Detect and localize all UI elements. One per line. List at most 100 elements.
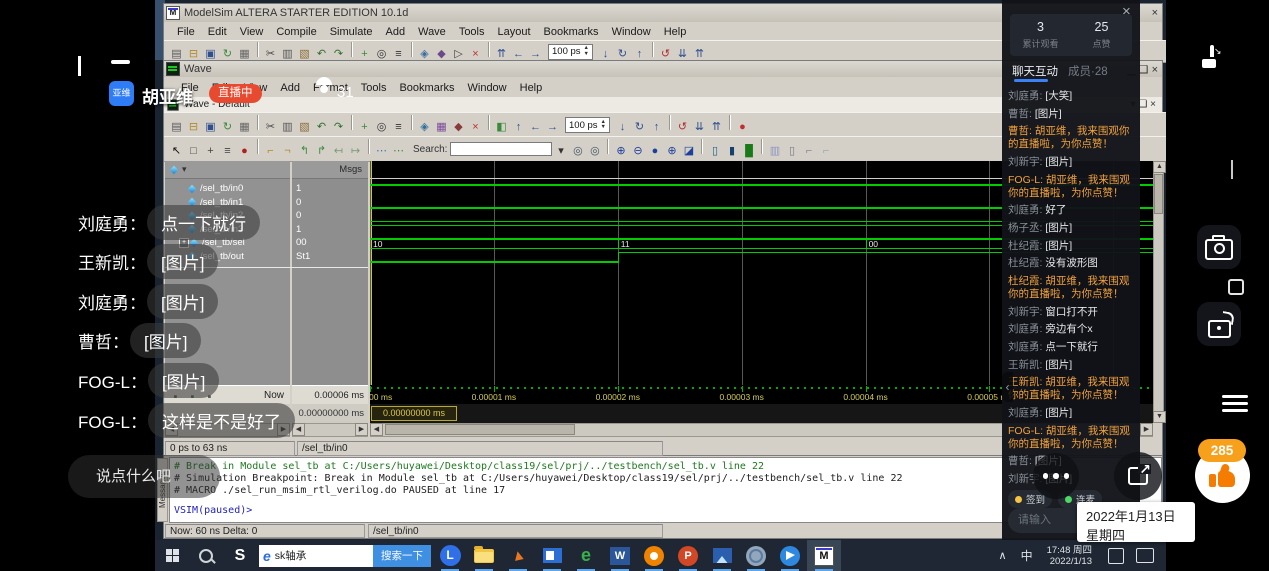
signal-row[interactable]: /sel_tb/in0 xyxy=(165,182,290,196)
cut-icon[interactable]: ✂ xyxy=(263,119,278,135)
taskbar-search-go-button[interactable]: 搜索一下 xyxy=(373,545,431,567)
delete-cursor-icon[interactable]: ¬ xyxy=(280,143,295,159)
wave-menu-window[interactable]: Window xyxy=(468,82,507,94)
signal-value-pane[interactable]: 100100St1 xyxy=(292,179,368,388)
ime-indicator[interactable]: 中 xyxy=(1021,547,1033,564)
undo-icon[interactable]: ↶ xyxy=(314,119,329,135)
watch-icon[interactable]: ◆ xyxy=(451,119,466,135)
run-icon[interactable]: ↓ xyxy=(615,119,630,135)
add-icon[interactable]: + xyxy=(357,119,372,135)
menu-wave[interactable]: Wave xyxy=(418,26,446,38)
pan-icon[interactable]: + xyxy=(203,143,218,159)
prev-transition-icon[interactable]: ↰ xyxy=(297,143,312,159)
chat-message-list[interactable]: 刘庭勇: [大笑]曹哲: [图片]曹哲: 胡亚维，我来围观你的直播啦，为你点赞！… xyxy=(1008,90,1134,484)
unlock-button[interactable] xyxy=(1197,302,1241,346)
find-icon[interactable]: ◎ xyxy=(374,119,389,135)
notification-icon[interactable] xyxy=(1136,548,1154,563)
start-button[interactable] xyxy=(155,540,189,571)
wave-menu-add[interactable]: Add xyxy=(280,82,300,94)
scroll-right-icon[interactable]: ▶ xyxy=(1140,423,1153,436)
collapse-right-button[interactable] xyxy=(1231,160,1233,178)
tray-expand-icon[interactable]: ∧ xyxy=(999,549,1007,562)
ie-search-widget[interactable]: e sk轴承 搜索一下 xyxy=(259,545,431,567)
wave-menu-help[interactable]: Help xyxy=(520,82,543,94)
matlab-icon[interactable]: ▲ xyxy=(501,540,535,571)
new-file-icon[interactable]: ▤ xyxy=(169,119,184,135)
bus-view-icon[interactable]: ▥ xyxy=(767,143,782,159)
tab-members[interactable]: 成员·28 xyxy=(1068,63,1108,79)
menu-help[interactable]: Help xyxy=(664,26,687,38)
scroll-thumb[interactable] xyxy=(1154,174,1163,214)
open-file-icon[interactable]: ⊟ xyxy=(186,119,201,135)
search-input[interactable] xyxy=(450,142,552,156)
menu-file[interactable]: File xyxy=(177,26,195,38)
word-icon[interactable]: W xyxy=(603,540,637,571)
save-icon[interactable]: ▣ xyxy=(203,119,218,135)
stop-icon[interactable]: ● xyxy=(735,119,750,135)
menu-window[interactable]: Window xyxy=(612,26,651,38)
prev-edge-icon[interactable]: ↤ xyxy=(331,143,346,159)
search-dropdown-icon[interactable]: ▾ xyxy=(553,143,568,159)
wave-menu-tools[interactable]: Tools xyxy=(361,82,387,94)
green-view-icon[interactable]: █ xyxy=(741,143,756,159)
z-mode-icon[interactable]: □ xyxy=(186,143,201,159)
stop-square-icon[interactable] xyxy=(1228,279,1244,295)
leaf-view-icon[interactable]: ▯ xyxy=(707,143,722,159)
minimize-icon[interactable] xyxy=(111,60,130,64)
reload-icon[interactable]: ↻ xyxy=(220,119,235,135)
link-icon[interactable]: ◧ xyxy=(494,119,509,135)
ie-icon[interactable]: e xyxy=(263,548,271,564)
step-over-icon[interactable]: ⇈ xyxy=(709,119,724,135)
spinner-icon[interactable]: ▲▼ xyxy=(584,46,589,57)
sphere-app-icon[interactable] xyxy=(739,540,773,571)
close-icon[interactable]: × xyxy=(1152,7,1158,19)
left-icon[interactable]: ← xyxy=(528,119,543,135)
grid-icon[interactable]: ▦ xyxy=(434,119,449,135)
blue-app-icon[interactable] xyxy=(535,540,569,571)
hierarchy-icon[interactable]: ≡ xyxy=(391,119,406,135)
zoom-in-icon[interactable]: ⊕ xyxy=(613,143,628,159)
back-button[interactable] xyxy=(78,56,81,74)
paste-icon[interactable]: ▧ xyxy=(297,119,312,135)
open-external-button[interactable] xyxy=(1114,452,1162,500)
run-length-field[interactable]: 100 ps▲▼ xyxy=(548,44,593,60)
streamer-avatar[interactable]: 亚维 xyxy=(109,81,134,106)
redo-icon[interactable]: ↷ xyxy=(331,119,346,135)
modelsim-taskbar-icon[interactable]: M xyxy=(807,540,841,571)
panel-collapse-handle[interactable]: ‹ xyxy=(1002,372,1013,402)
s-browser-icon[interactable]: S xyxy=(223,540,257,571)
menu-view[interactable]: View xyxy=(240,26,264,38)
pip-button[interactable] xyxy=(1210,47,1214,65)
menu-simulate[interactable]: Simulate xyxy=(330,26,373,38)
insert-cursor-icon[interactable]: ⌐ xyxy=(263,143,278,159)
value-pane-hscroll[interactable]: ◀ ▶ xyxy=(292,423,368,437)
search-reverse-icon[interactable]: ◎ xyxy=(570,143,585,159)
zoom-out-icon[interactable]: ⊖ xyxy=(630,143,645,159)
cursor-time-box[interactable]: 0.00000000 ms xyxy=(371,406,457,421)
stoplight-icon[interactable]: ● xyxy=(237,143,252,159)
menu-add[interactable]: Add xyxy=(386,26,406,38)
zoom-full-icon[interactable]: ● xyxy=(647,143,662,159)
full-view-icon[interactable]: ▮ xyxy=(724,143,739,159)
delete-icon[interactable]: × xyxy=(468,119,483,135)
menu-edit[interactable]: Edit xyxy=(208,26,227,38)
tray-clock[interactable]: 17:48 周四 2022/1/13 xyxy=(1047,545,1092,567)
menu-bookmarks[interactable]: Bookmarks xyxy=(544,26,599,38)
zoom-cursor-icon[interactable]: ⊕ xyxy=(664,143,679,159)
menu-layout[interactable]: Layout xyxy=(498,26,531,38)
tab-chat[interactable]: 聊天互动 xyxy=(1012,63,1058,79)
file-explorer-icon[interactable] xyxy=(467,540,501,571)
collapse-time-icon[interactable]: ⋯ xyxy=(391,143,406,159)
edge-b-icon[interactable]: ⌐ xyxy=(818,143,833,159)
scroll-right-icon[interactable]: ▶ xyxy=(355,423,368,436)
chevron-down-icon[interactable]: ▾ xyxy=(182,164,187,175)
scroll-thumb[interactable] xyxy=(385,424,575,435)
zoom-range-icon[interactable]: ◪ xyxy=(681,143,696,159)
search-forward-icon[interactable]: ◎ xyxy=(587,143,602,159)
run-continue-icon[interactable]: ↻ xyxy=(632,119,647,135)
print-icon[interactable]: ▦ xyxy=(237,119,252,135)
edit-mode-icon[interactable]: ≡ xyxy=(220,143,235,159)
menu-tools[interactable]: Tools xyxy=(459,26,485,38)
wave-vertical-scrollbar[interactable]: ▲ ▼ xyxy=(1153,161,1164,423)
restart-icon[interactable]: ↺ xyxy=(675,119,690,135)
